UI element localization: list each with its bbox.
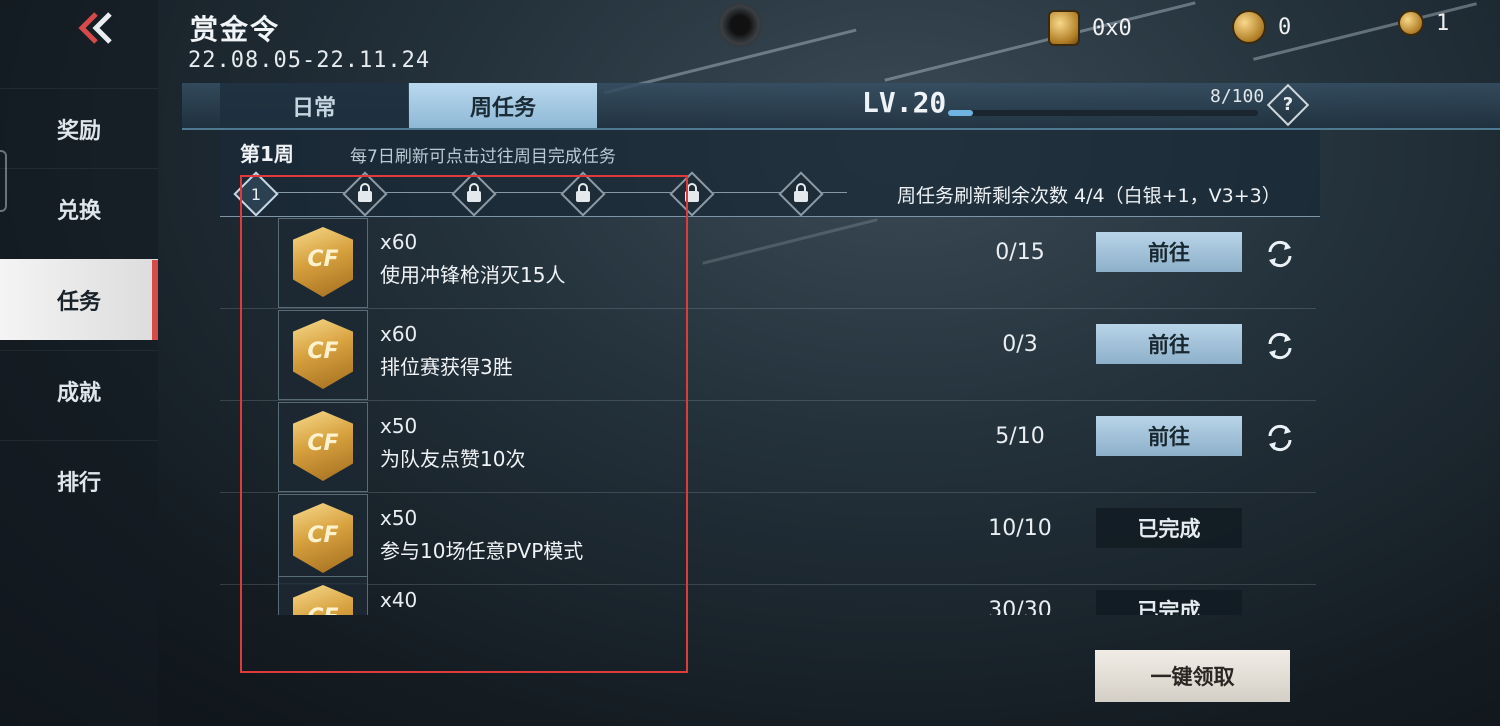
currency-value: 1 [1436,10,1450,36]
page-title: 赏金令 [190,13,281,46]
tab-label: 日常 [291,95,336,121]
week-hint: 每7日刷新可点击过往周目完成任务 [350,147,616,167]
go-button[interactable]: 前往 [1096,416,1242,456]
sidebar-item-label: 奖励 [56,119,101,144]
task-count: 5/10 [995,424,1045,449]
level-progress-text: 8/100 [1210,86,1265,107]
sidebar-item-label: 排行 [56,471,101,496]
lock-icon [794,191,808,202]
gold-shield-coin-icon [1048,10,1080,46]
weekly-refresh-count: 周任务刷新剩余次数 4/4（白银+1，V3+3） [897,185,1281,207]
task-count: 0/15 [995,240,1045,265]
sidebar-item-exchange[interactable]: 兑换 [0,168,158,249]
level-progress-fill [948,110,973,116]
event-dates: 22.08.05-22.11.24 [188,48,431,73]
sidebar-item-achievements[interactable]: 成就 [0,350,158,431]
task-count: 10/10 [988,516,1052,541]
claim-all-button[interactable]: 一键领取 [1095,650,1290,702]
camera-notch [718,3,762,47]
level-label: LV.20 [862,86,947,119]
go-button[interactable]: 前往 [1096,324,1242,364]
sidebar-item-label: 任务 [56,290,101,315]
refresh-icon[interactable] [1264,422,1296,454]
currency-value: 0x0 [1092,15,1132,41]
currency-gold: 1 [1398,10,1449,36]
task-count: 0/3 [1002,332,1038,357]
highlight-box [240,175,688,673]
back-icon[interactable] [70,8,120,48]
sidebar-item-tasks[interactable]: 任务 [0,259,158,340]
sidebar-item-label: 成就 [56,381,101,406]
sidebar: 奖励 兑换 任务 成就 排行 [0,0,158,726]
currency-value: 0 [1278,14,1292,40]
level-progress-bar [948,110,1258,116]
refresh-icon[interactable] [1264,330,1296,362]
currency-gold-shield: 0x0 [1048,10,1132,46]
gold-coin-icon [1398,10,1424,36]
completed-status: 已完成 [1096,590,1242,615]
tab-daily[interactable]: 日常 [220,83,408,128]
sidebar-item-label: 兑换 [56,199,101,224]
refresh-icon[interactable] [1264,238,1296,270]
tab-weekly[interactable]: 周任务 [409,83,597,128]
currency-badge: 0 [1232,10,1291,44]
sidebar-item-ranking[interactable]: 排行 [0,440,158,521]
task-count: 30/30 [988,598,1052,615]
badge-coin-icon [1232,10,1266,44]
completed-status: 已完成 [1096,508,1242,548]
week-label: 第1周 [240,142,294,166]
go-button[interactable]: 前往 [1096,232,1242,272]
sidebar-item-rewards[interactable]: 奖励 [0,88,158,169]
tab-label: 周任务 [469,95,536,121]
